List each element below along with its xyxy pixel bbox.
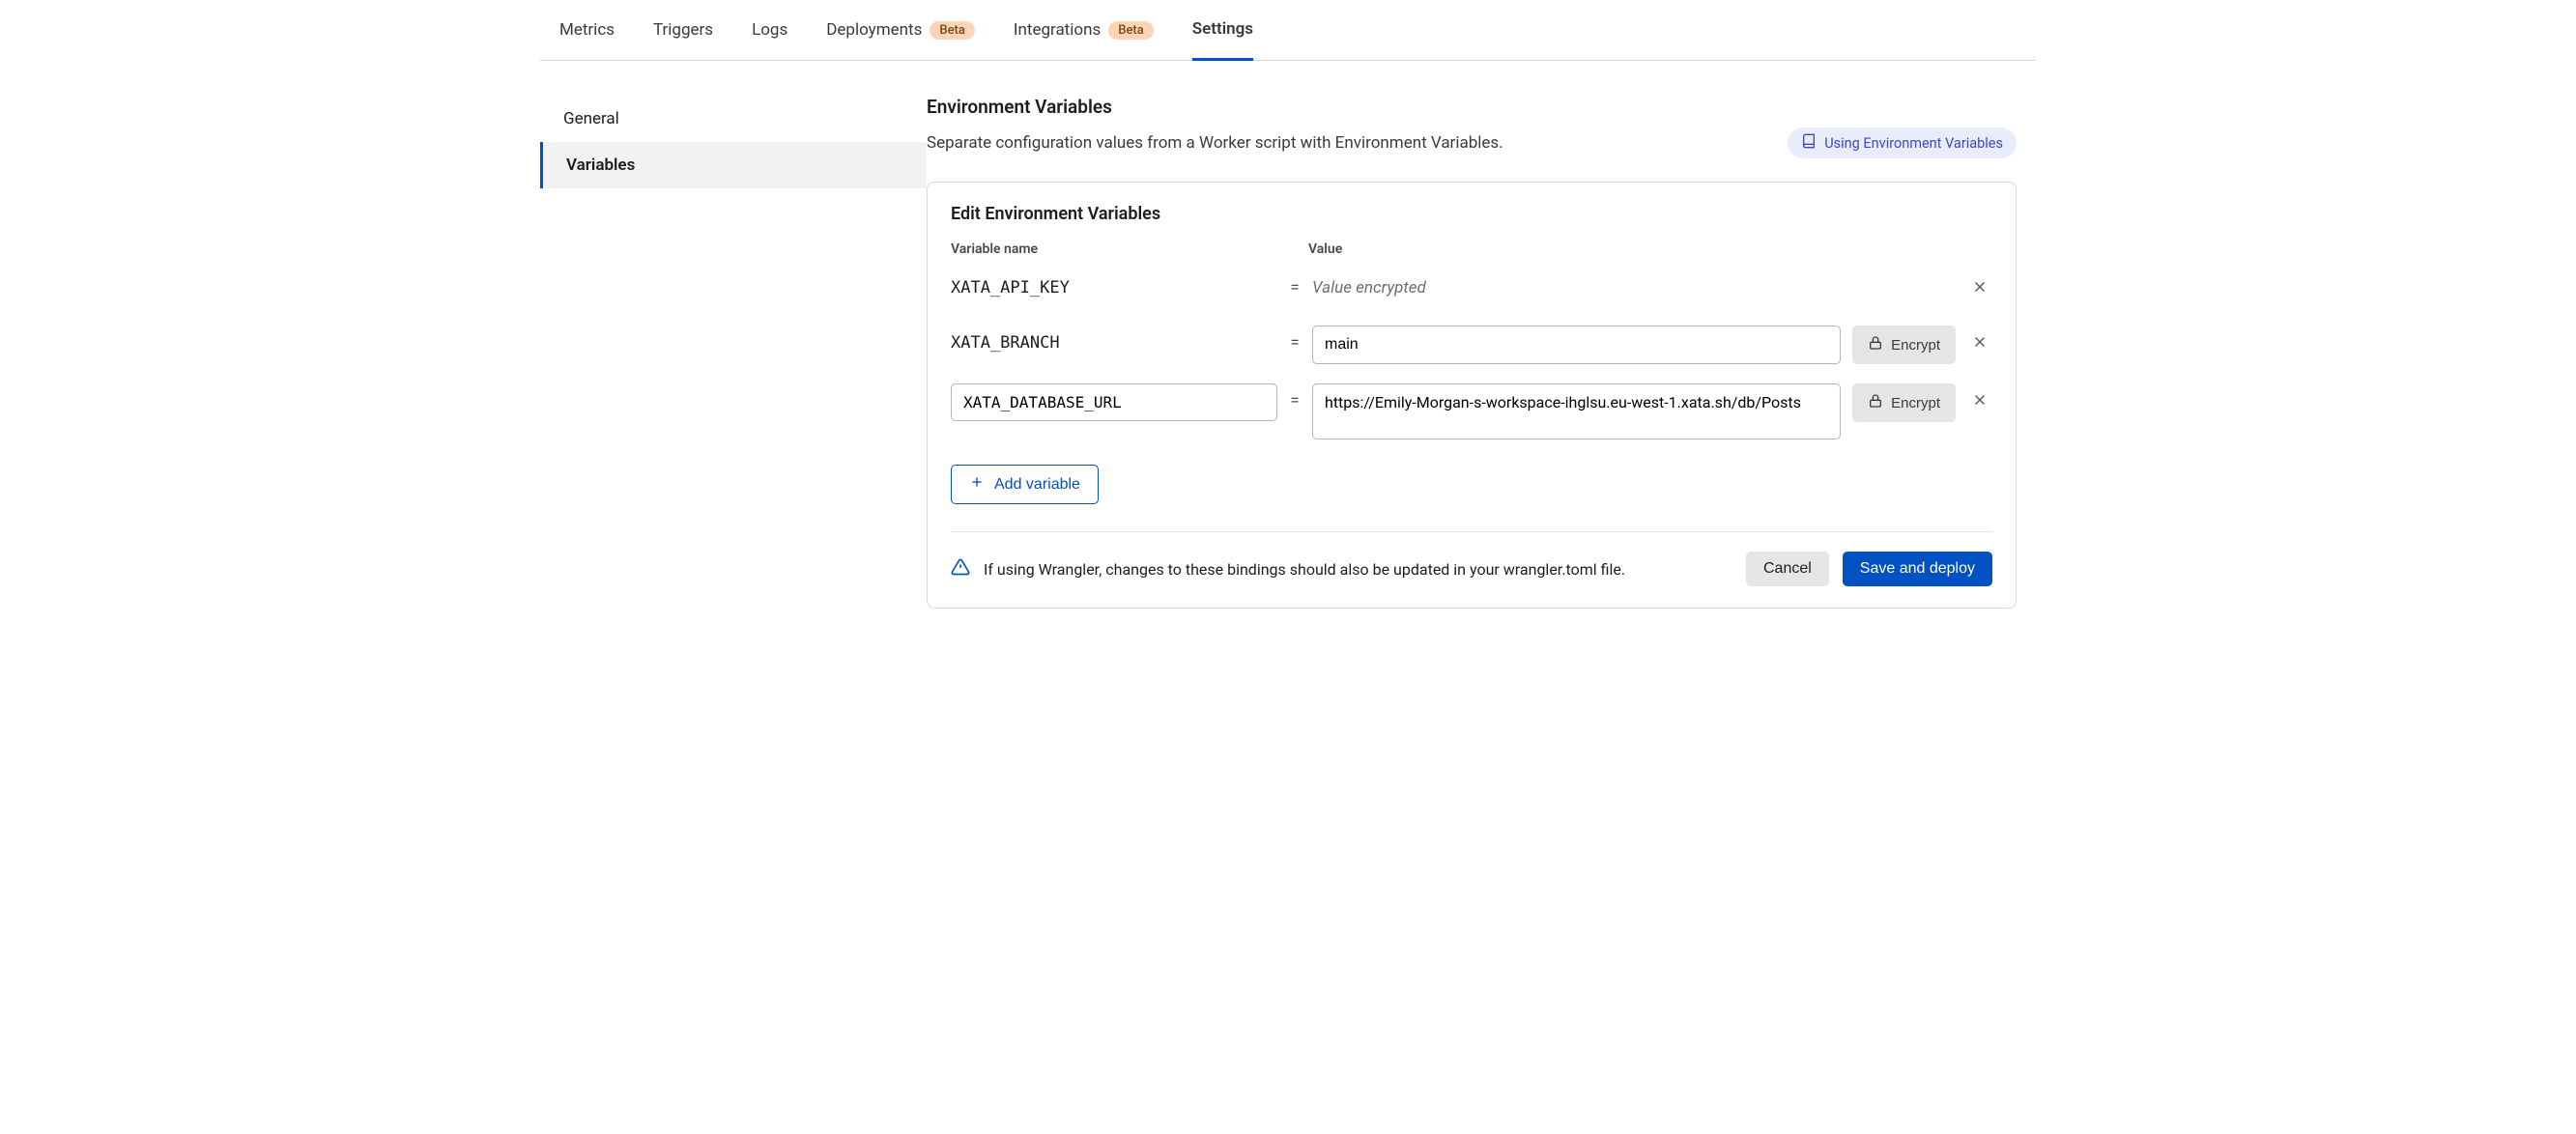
delete-variable-button[interactable] — [1967, 270, 1992, 306]
delete-variable-button[interactable] — [1967, 383, 1992, 419]
column-header-name: Variable name — [951, 241, 1308, 257]
equals-sign: = — [1289, 270, 1301, 298]
doc-link-label: Using Environment Variables — [1824, 135, 2003, 152]
settings-sidebar: General Variables — [540, 96, 927, 647]
close-icon — [1971, 278, 1989, 298]
column-header-value: Value — [1308, 241, 1342, 257]
variable-name: XATA_API_KEY — [951, 270, 1277, 298]
main-content: Environment Variables Separate configura… — [927, 96, 2036, 647]
section-description: Separate configuration values from a Wor… — [927, 133, 1503, 153]
footer-warning-text: If using Wrangler, changes to these bind… — [984, 560, 1732, 579]
warning-icon — [951, 557, 970, 581]
encrypted-value-label: Value encrypted — [1312, 270, 1956, 298]
variable-row: XATA_API_KEY = Value encrypted — [951, 270, 1992, 306]
tab-settings[interactable]: Settings — [1192, 19, 1253, 61]
panel-title: Edit Environment Variables — [951, 204, 1992, 224]
env-vars-panel: Edit Environment Variables Variable name… — [927, 182, 2017, 609]
equals-sign: = — [1289, 383, 1301, 411]
tab-bar: Metrics Triggers Logs Deployments Beta I… — [540, 0, 2036, 61]
tab-deployments[interactable]: Deployments Beta — [826, 19, 975, 60]
sidebar-item-variables[interactable]: Variables — [540, 142, 927, 188]
section-title: Environment Variables — [927, 96, 2017, 118]
plus-icon — [969, 474, 985, 495]
tab-triggers[interactable]: Triggers — [653, 19, 713, 60]
beta-badge: Beta — [1108, 21, 1154, 40]
doc-link-env-vars[interactable]: Using Environment Variables — [1788, 128, 2017, 158]
variable-value-input[interactable] — [1312, 326, 1841, 364]
variable-row: = Encrypt — [951, 383, 1992, 439]
tab-logs[interactable]: Logs — [752, 19, 787, 60]
variable-name: XATA_BRANCH — [951, 326, 1277, 353]
equals-sign: = — [1289, 326, 1301, 353]
close-icon — [1971, 391, 1989, 411]
variable-name-input[interactable] — [951, 383, 1277, 421]
lock-icon — [1868, 335, 1883, 354]
save-deploy-button[interactable]: Save and deploy — [1843, 552, 1992, 586]
tab-metrics[interactable]: Metrics — [559, 19, 615, 60]
encrypt-button[interactable]: Encrypt — [1852, 326, 1956, 364]
delete-variable-button[interactable] — [1967, 326, 1992, 361]
variable-value-input[interactable] — [1312, 383, 1841, 439]
beta-badge: Beta — [930, 21, 975, 40]
cancel-button[interactable]: Cancel — [1746, 552, 1829, 586]
variable-row: XATA_BRANCH = Encrypt — [951, 326, 1992, 364]
close-icon — [1971, 333, 1989, 354]
sidebar-item-general[interactable]: General — [540, 96, 927, 142]
add-variable-button[interactable]: Add variable — [951, 465, 1099, 504]
tab-integrations[interactable]: Integrations Beta — [1014, 19, 1154, 60]
encrypt-button[interactable]: Encrypt — [1852, 383, 1956, 422]
book-icon — [1801, 133, 1817, 153]
lock-icon — [1868, 393, 1883, 412]
